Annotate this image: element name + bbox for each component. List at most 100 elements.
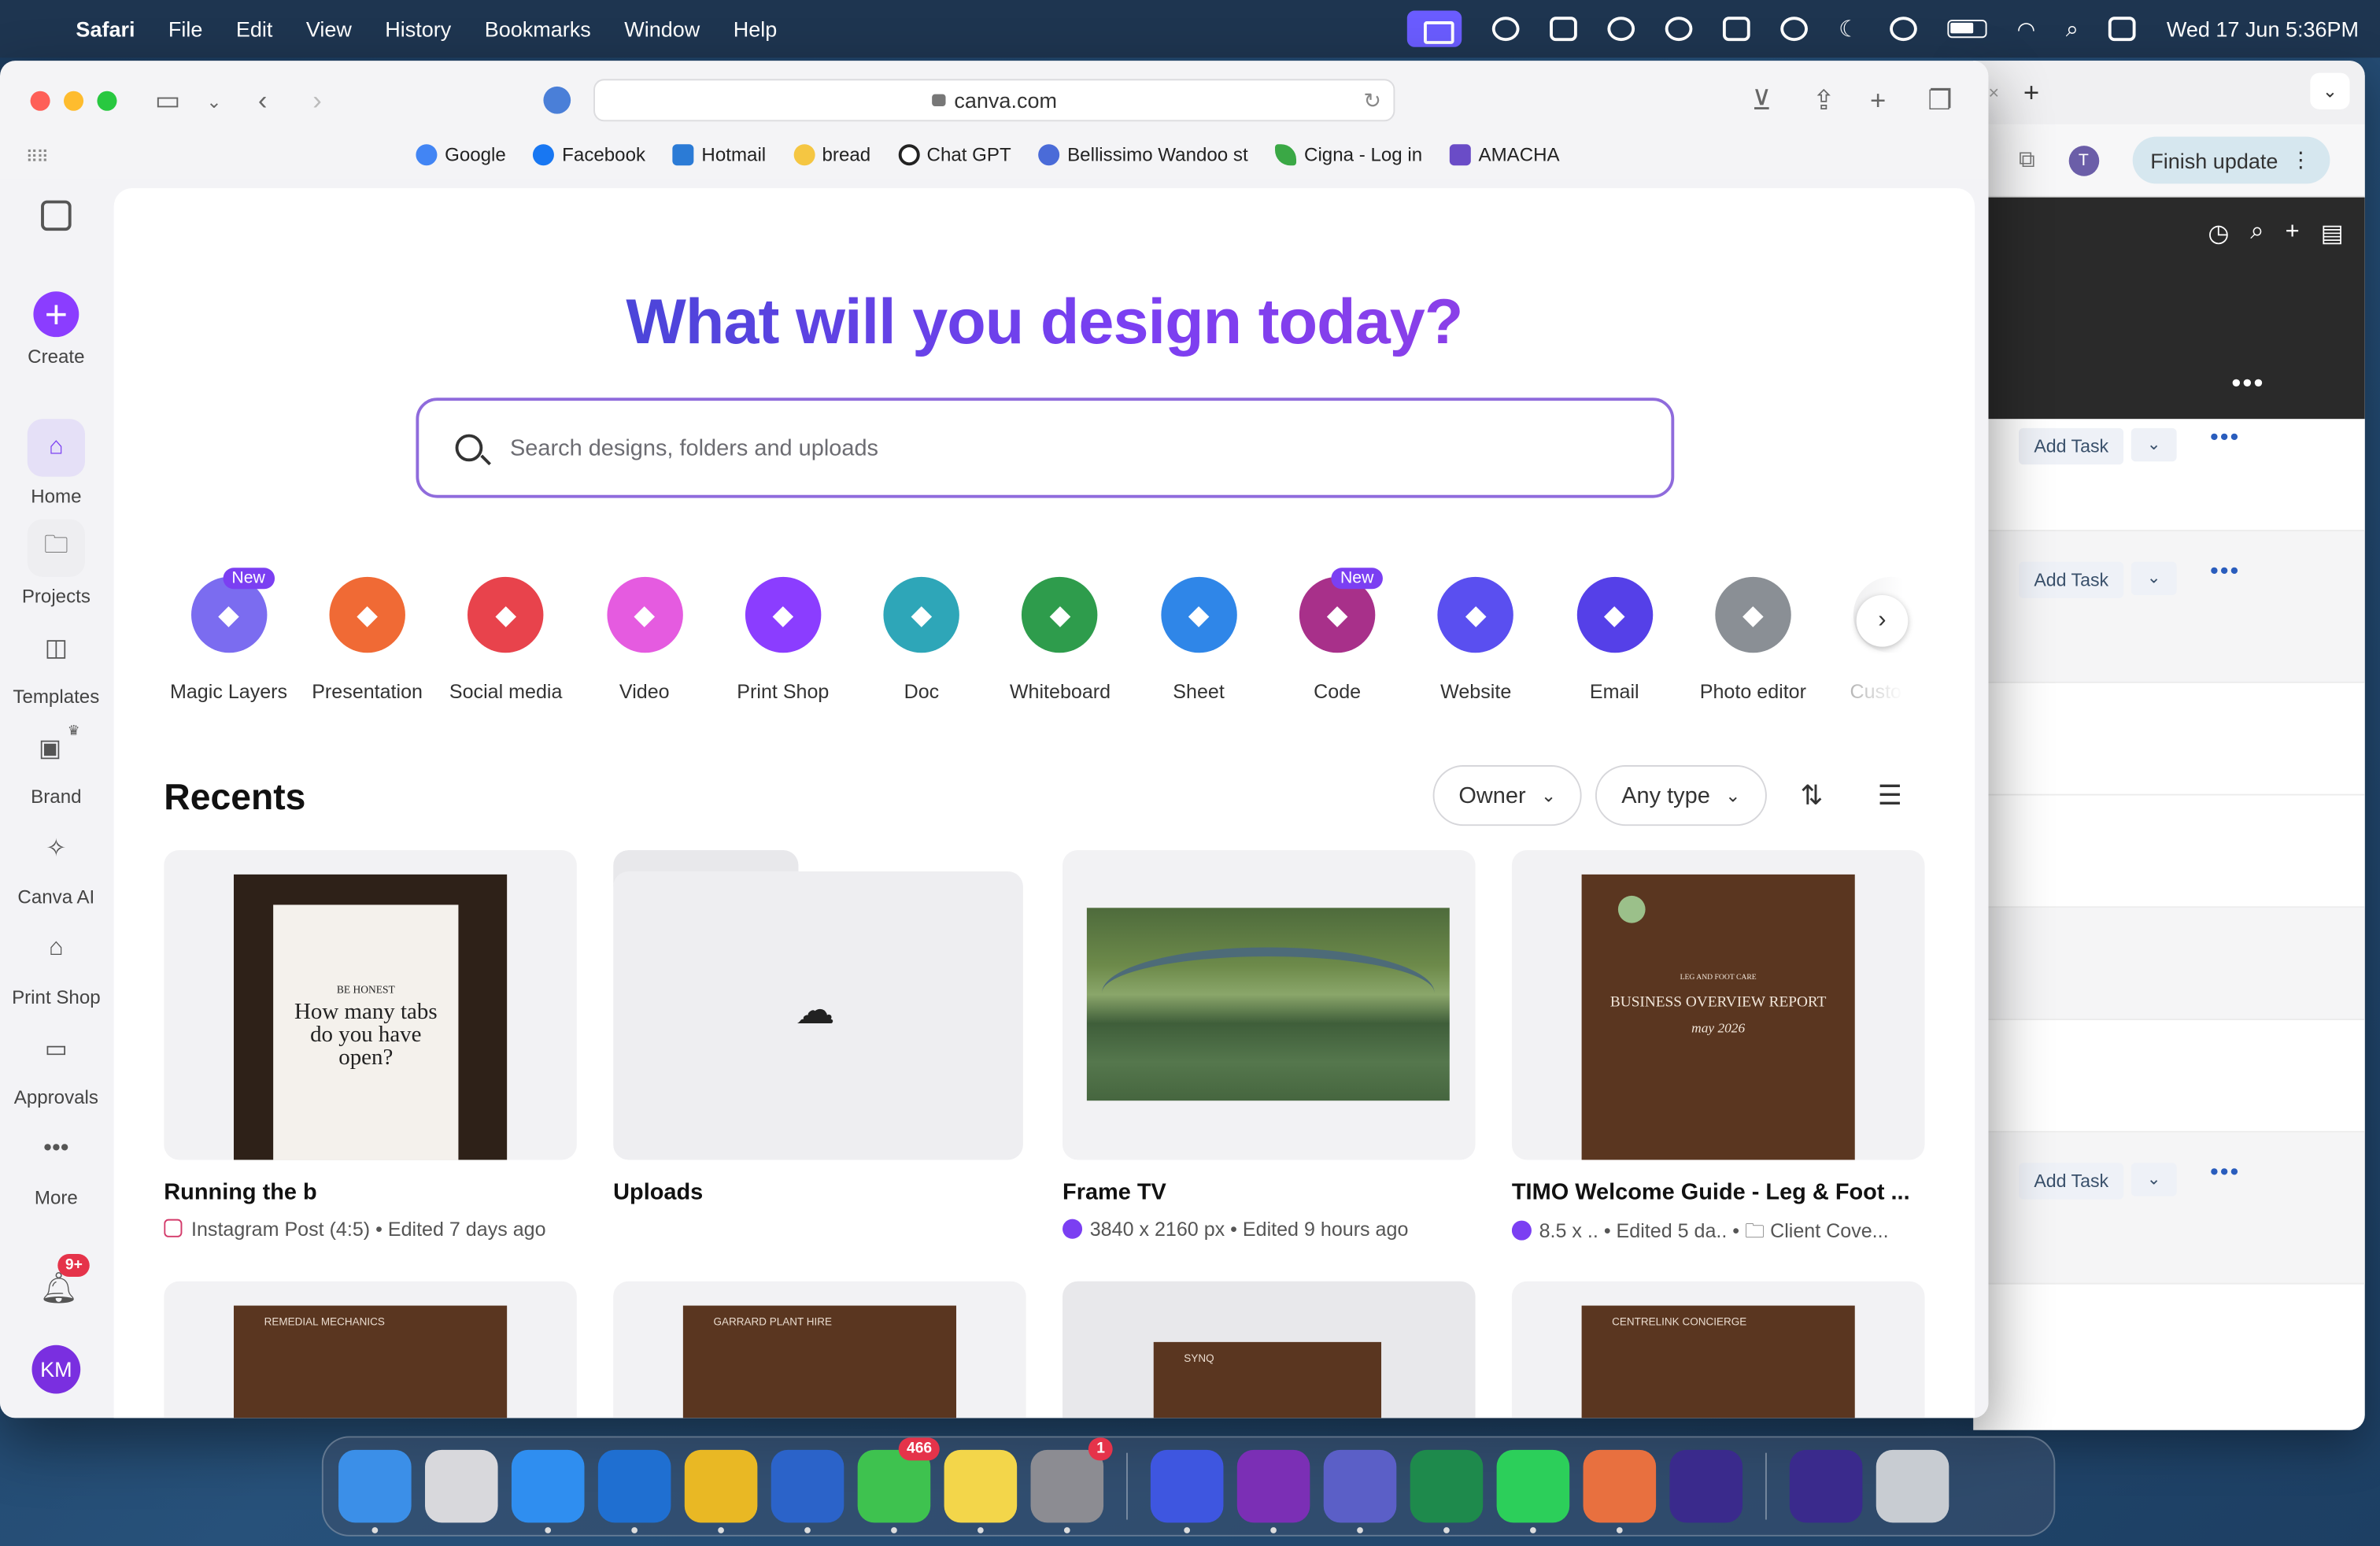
scroll-right-button[interactable]: › xyxy=(1856,595,1909,647)
design-thumbnail[interactable]: CENTRELINK CONCIERGE xyxy=(1511,1281,1925,1418)
category-magic-layers[interactable]: ◆ New Magic Layers xyxy=(160,568,298,703)
design-title[interactable]: TIMO Welcome Guide - Leg & Foot ... xyxy=(1512,1180,1925,1206)
design-thumbnail[interactable]: GARRARD PLANT HIRE xyxy=(613,1281,1026,1418)
menu-help[interactable]: Help xyxy=(734,17,778,41)
bookmark-bellissimo[interactable]: Bellissimo Wandoo st xyxy=(1038,144,1248,166)
type-filter[interactable]: Any type ⌄ xyxy=(1595,765,1767,827)
zoom-window-button[interactable] xyxy=(97,91,117,111)
wifi-icon[interactable]: ◠ xyxy=(2017,16,2036,42)
menu-app[interactable]: Safari xyxy=(76,17,135,41)
moon-icon[interactable]: ☾ xyxy=(1839,15,1859,43)
reload-icon[interactable]: ↻ xyxy=(1363,80,1381,120)
add-task-button[interactable]: Add Task xyxy=(2019,561,2124,598)
more-icon[interactable]: ••• xyxy=(2210,1160,2240,1187)
claude-icon[interactable] xyxy=(1583,1449,1657,1533)
site-favicon-icon[interactable] xyxy=(543,86,571,114)
proton-icon[interactable] xyxy=(1150,1449,1224,1533)
sidebar-item-canva-ai[interactable]: ✧ Canva AI xyxy=(0,819,113,908)
cloud-icon[interactable] xyxy=(1665,17,1693,42)
chevron-down-icon[interactable]: ⌄ xyxy=(2310,72,2350,109)
chevron-down-icon[interactable]: ⌄ xyxy=(2131,427,2177,462)
sidebar-item-more[interactable]: ••• More xyxy=(0,1120,113,1209)
sidebar-item-templates[interactable]: ◫ Templates xyxy=(0,620,113,708)
menu-bookmarks[interactable]: Bookmarks xyxy=(485,17,591,41)
category-doc[interactable]: ◆ Doc xyxy=(852,576,991,703)
design-thumbnail[interactable]: REMEDIAL MECHANICS xyxy=(164,1281,577,1418)
more-icon[interactable]: ••• xyxy=(2210,425,2240,453)
address-bar[interactable]: canva.com ↻ xyxy=(593,79,1395,122)
menu-window[interactable]: Window xyxy=(624,17,700,41)
add-task-button[interactable]: Add Task xyxy=(2019,427,2124,465)
whatsapp-icon[interactable] xyxy=(1496,1449,1570,1533)
menu-history[interactable]: History xyxy=(385,17,451,41)
recent-design-card[interactable]: Frame TV 3840 x 2160 px • Edited 9 hours… xyxy=(1062,850,1476,1251)
tab-overview-icon[interactable]: ❐ xyxy=(1927,85,1952,117)
design-thumbnail[interactable] xyxy=(1062,850,1476,1160)
category-presentation[interactable]: ◆ Presentation xyxy=(298,576,437,703)
trash-icon[interactable] xyxy=(1876,1449,1949,1523)
user-icon[interactable] xyxy=(1889,17,1917,42)
new-tab-icon[interactable]: + xyxy=(1870,85,1886,117)
control-center-icon[interactable] xyxy=(2108,17,2137,42)
safari-icon[interactable] xyxy=(511,1449,585,1533)
category-email[interactable]: ◆ Email xyxy=(1545,576,1683,703)
sidebar-item-brand[interactable]: ▣ ♛ Brand xyxy=(0,719,113,808)
notes-icon[interactable] xyxy=(944,1449,1018,1533)
add-icon[interactable]: + xyxy=(2286,219,2300,250)
back-icon[interactable]: ‹ xyxy=(258,85,268,117)
design-thumbnail[interactable]: BE HONEST How many tabs do you have open… xyxy=(164,850,577,1160)
settings-icon[interactable]: 1 xyxy=(1030,1437,1113,1533)
sidebar-item-projects[interactable]: 🗀 Projects xyxy=(0,519,113,607)
minimize-window-button[interactable] xyxy=(64,91,84,111)
chevron-down-icon[interactable]: ⌄ xyxy=(2131,1163,2177,1196)
bg-tab-close-icon[interactable]: × xyxy=(1988,82,1999,103)
bookmark-cigna[interactable]: Cigna - Log in xyxy=(1275,144,1422,166)
bookmark-google[interactable]: Google xyxy=(416,144,506,166)
chrome-icon[interactable] xyxy=(684,1449,758,1533)
category-photo-editor[interactable]: ◆ Photo editor xyxy=(1683,576,1822,703)
outlook-icon[interactable] xyxy=(597,1449,671,1533)
folder-thumbnail[interactable]: ☁ xyxy=(613,850,1026,1160)
onenote-icon[interactable] xyxy=(1236,1449,1310,1533)
category-website[interactable]: ◆ Website xyxy=(1406,576,1545,703)
sidebar-toggle-icon[interactable]: ▭ xyxy=(155,85,181,117)
design-title[interactable]: Frame TV xyxy=(1062,1180,1476,1206)
spotlight-icon[interactable]: ⌕ xyxy=(2066,16,2079,42)
record-icon[interactable] xyxy=(1492,17,1521,42)
search-bar[interactable] xyxy=(416,398,1675,498)
teams-icon[interactable] xyxy=(1323,1449,1397,1533)
grammarly-icon[interactable] xyxy=(1669,1449,1743,1523)
bookmark-chatgpt[interactable]: Chat GPT xyxy=(897,144,1011,166)
vpn-icon[interactable] xyxy=(1607,17,1635,42)
messages-icon[interactable]: 466 xyxy=(857,1437,940,1533)
create-button[interactable]: + Create xyxy=(0,290,113,367)
sync-icon[interactable] xyxy=(1550,17,1578,42)
sidebar-item-home[interactable]: ⌂ Home xyxy=(0,419,113,507)
sort-icon[interactable]: ⇅ xyxy=(1800,780,1823,812)
screen-share-icon[interactable] xyxy=(1407,10,1462,47)
avatar[interactable]: KM xyxy=(31,1344,81,1394)
uploads-folder-card[interactable]: ☁ Uploads xyxy=(613,850,1026,1251)
forward-icon[interactable]: › xyxy=(312,85,322,117)
timer-icon[interactable]: ◷ xyxy=(2208,219,2229,250)
bookmark-facebook[interactable]: Facebook xyxy=(533,144,645,166)
category-video[interactable]: ◆ Video xyxy=(575,576,714,703)
bookmark-amacha[interactable]: AMACHA xyxy=(1449,144,1560,166)
bg-new-tab-icon[interactable]: + xyxy=(2023,76,2039,109)
folder-thumbnail[interactable]: SYNQ xyxy=(1062,1281,1476,1418)
profile-avatar[interactable]: T xyxy=(2068,145,2099,176)
add-task-button[interactable]: Add Task xyxy=(2019,1163,2124,1200)
finish-update-button[interactable]: Finish update ⋮ xyxy=(2132,136,2330,184)
share-icon[interactable]: ⇪ xyxy=(1813,85,1835,117)
menu-edit[interactable]: Edit xyxy=(236,17,273,41)
favorites-grid-icon[interactable]: ⠿⠿ xyxy=(26,147,49,167)
chevron-down-icon[interactable]: ⌄ xyxy=(2131,561,2177,596)
excel-icon[interactable] xyxy=(1410,1449,1484,1533)
battery-icon[interactable] xyxy=(1946,20,1987,39)
finder-icon[interactable] xyxy=(338,1449,412,1533)
owner-filter[interactable]: Owner ⌄ xyxy=(1432,765,1583,827)
close-window-button[interactable] xyxy=(30,91,50,111)
sidebar-collapse-button[interactable] xyxy=(0,200,113,240)
launchpad-icon[interactable] xyxy=(425,1449,498,1523)
recent-design-card[interactable]: LEG AND FOOT CARE BUSINESS OVERVIEW REPO… xyxy=(1511,850,1925,1251)
